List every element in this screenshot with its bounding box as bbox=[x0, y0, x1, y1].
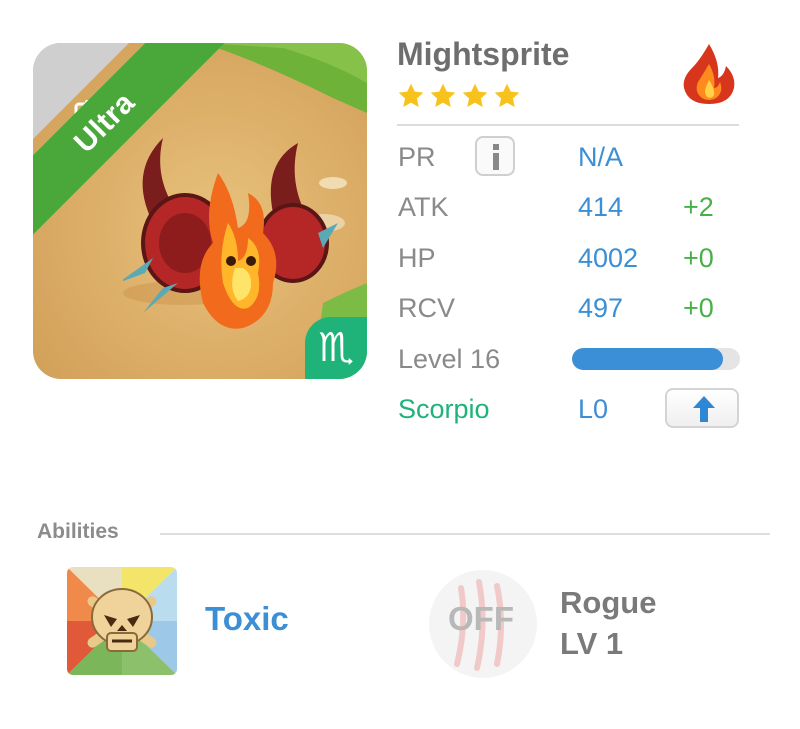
monster-name: Mightsprite bbox=[397, 36, 570, 72]
level-progress-fill bbox=[572, 348, 724, 370]
monster-portrait[interactable]: Ultra ♏ bbox=[33, 43, 367, 379]
rcv-label: RCV bbox=[398, 293, 456, 323]
hp-label: HP bbox=[398, 243, 436, 273]
arrow-up-icon bbox=[693, 396, 715, 422]
rcv-value: 497 bbox=[578, 293, 624, 323]
pr-info-button[interactable] bbox=[475, 136, 515, 176]
star-icon bbox=[398, 83, 424, 107]
hp-value: 4002 bbox=[578, 243, 639, 273]
ability-toxic-label[interactable]: Toxic bbox=[205, 600, 289, 638]
pr-value: N/A bbox=[578, 142, 624, 172]
star-icon bbox=[430, 83, 456, 107]
skull-icon[interactable] bbox=[67, 567, 177, 675]
abilities-title: Abilities bbox=[37, 520, 119, 543]
star-rating bbox=[397, 82, 521, 110]
star-icon bbox=[462, 83, 488, 107]
rcv-bonus: +0 bbox=[683, 293, 714, 323]
atk-value: 414 bbox=[578, 192, 624, 222]
zodiac-level: L0 bbox=[578, 394, 609, 424]
pr-label: PR bbox=[398, 142, 436, 172]
ability-rogue-name: Rogue bbox=[560, 585, 657, 620]
fire-element-icon bbox=[683, 44, 735, 104]
level-label: Level 16 bbox=[398, 344, 501, 374]
info-icon bbox=[493, 144, 499, 170]
scorpio-zodiac-icon: ♏ bbox=[305, 317, 367, 379]
ability-off-status: OFF bbox=[448, 600, 514, 637]
atk-label: ATK bbox=[398, 192, 449, 222]
level-progress-bar bbox=[572, 348, 740, 370]
abilities-divider bbox=[160, 533, 770, 535]
zodiac-label[interactable]: Scorpio bbox=[398, 394, 490, 425]
atk-bonus: +2 bbox=[683, 192, 714, 222]
zodiac-upgrade-button[interactable] bbox=[665, 388, 739, 428]
ability-rogue-level: LV 1 bbox=[560, 626, 624, 661]
star-icon bbox=[494, 83, 520, 107]
hp-bonus: +0 bbox=[683, 243, 714, 273]
header-divider bbox=[397, 124, 739, 126]
